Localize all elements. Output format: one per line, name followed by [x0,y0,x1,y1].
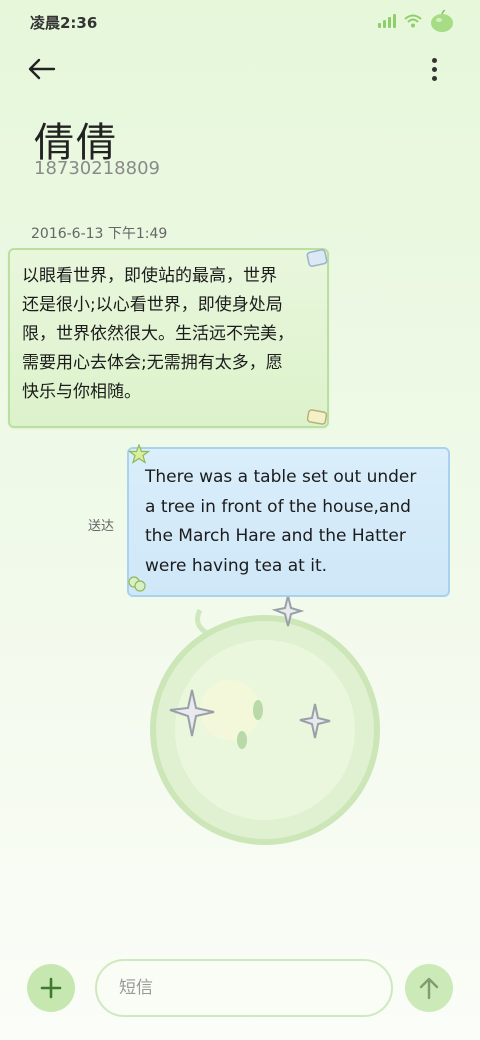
app-bar [0,44,480,94]
message-line: 限，世界依然很大。生活远不完美， [22,324,294,344]
incoming-message-bubble[interactable]: 以眼看世界，即使站的最高，世界 还是很小;以心看世界，即使身处局 限，世界依然很… [8,248,329,428]
outgoing-message-bubble[interactable]: There was a table set out under a tree i… [127,447,450,597]
message-line: 以眼看世界，即使站的最高，世界 [22,266,277,286]
background-apple-illustration [150,595,380,845]
status-icons [378,10,454,32]
sticker-icon [306,249,328,267]
message-line: 快乐与你相随。 [22,382,141,402]
message-composer [0,940,480,1040]
arrow-left-icon [28,58,56,80]
star-sticker-icon [128,444,150,464]
message-timestamp: 2016-6-13 下午1:49 [31,226,168,242]
back-button[interactable] [28,52,72,86]
message-line: a tree in front of the house,and [145,496,411,517]
wifi-icon [404,14,422,28]
message-input[interactable] [95,959,393,1017]
message-line: 还是很小;以心看世界，即使身处局 [22,295,283,315]
message-status: 送达 [88,519,115,534]
add-attachment-button[interactable] [27,964,75,1012]
message-line: the March Hare and the Hatter [145,526,406,546]
plus-icon [40,977,62,999]
message-line: 需要用心去体会;无需拥有太多，愿 [22,353,283,373]
more-vert-icon [431,57,437,63]
arrow-up-icon [419,977,439,1000]
contact-number: 18730218809 [34,158,160,179]
message-line: were having tea at it. [145,555,328,576]
signal-icon [378,14,396,28]
status-time: 凌晨2:36 [30,14,98,32]
apple-battery-icon [431,10,453,32]
message-line: There was a table set out under [145,467,417,487]
send-button[interactable] [405,964,453,1012]
sticker-icon [306,409,328,425]
clover-sticker-icon [128,576,146,592]
status-bar: 凌晨2:36 [0,0,480,44]
more-options-button[interactable] [422,54,446,84]
